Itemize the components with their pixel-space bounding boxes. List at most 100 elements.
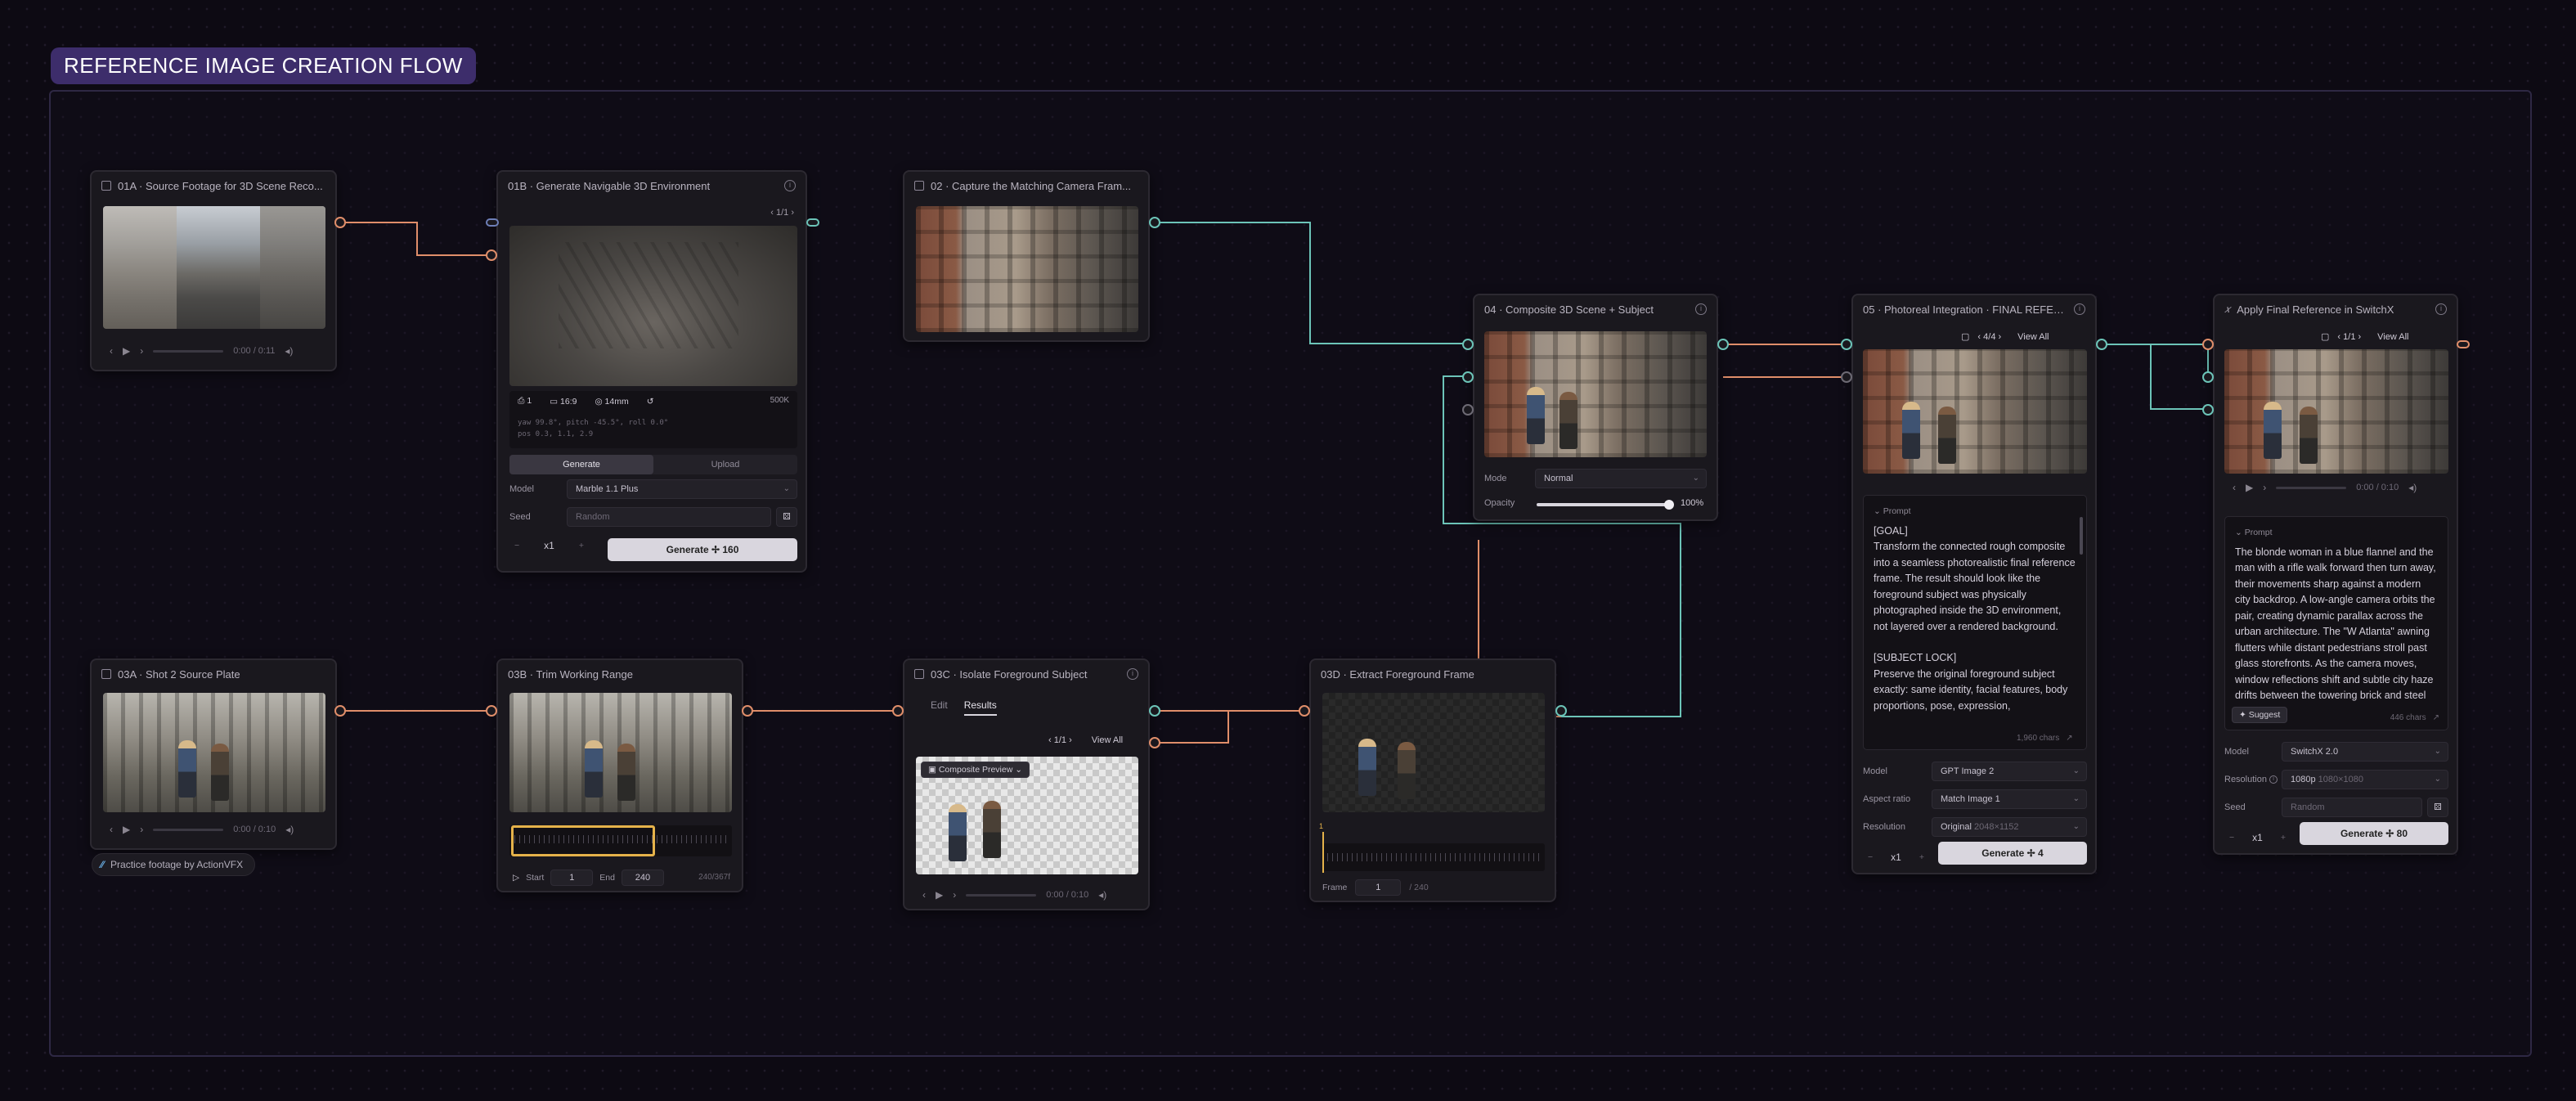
prompt-box[interactable]: ⌄ Prompt The blonde woman in a blue flan… <box>2224 516 2448 730</box>
trim-selection[interactable] <box>511 825 655 856</box>
next-icon[interactable]: › <box>2263 482 2266 493</box>
output-port[interactable] <box>806 218 819 227</box>
play-icon[interactable]: ▶ <box>123 345 130 357</box>
generate-upload-toggle[interactable]: Generate Upload <box>509 455 797 474</box>
end-input[interactable]: 240 <box>621 870 664 886</box>
node-06-switchx[interactable]: 𝑥 Apply Final Reference in SwitchX i ▢ ‹ 1… <box>2213 294 2458 855</box>
tab-edit[interactable]: Edit <box>931 699 948 716</box>
extracted-frame-preview[interactable] <box>1322 693 1545 812</box>
resolution-select[interactable]: 1080p 1080×1080 ⌄ <box>2282 770 2448 789</box>
minus-icon[interactable]: − <box>1868 852 1873 862</box>
output-port[interactable] <box>1149 217 1160 228</box>
volume-icon[interactable]: ◂) <box>285 824 294 835</box>
info-icon[interactable]: i <box>1695 303 1707 315</box>
lens-select[interactable]: ◎ 14mm <box>595 397 628 407</box>
generate-button[interactable]: Generate ✢ 4 <box>1938 842 2087 865</box>
frame-input[interactable]: 1 <box>1355 879 1402 896</box>
info-icon[interactable]: i <box>1127 668 1138 680</box>
matte-preview[interactable]: ▣ Composite Preview ⌄ <box>916 757 1138 874</box>
node-03c-isolate-subject[interactable]: 03C · Isolate Foreground Subject i Edit R… <box>903 658 1150 910</box>
input-port[interactable] <box>2202 371 2214 383</box>
model-select[interactable]: SwitchX 2.0 ⌄ <box>2282 742 2448 762</box>
output-port[interactable] <box>1149 737 1160 748</box>
node-05-photoreal[interactable]: 05 · Photoreal Integration · FINAL REFER… <box>1851 294 2097 874</box>
tab-upload[interactable]: Upload <box>653 455 797 474</box>
output-port[interactable] <box>2457 340 2470 348</box>
info-icon[interactable]: i <box>784 180 796 191</box>
minus-icon[interactable]: − <box>2229 833 2234 843</box>
view-all-link[interactable]: View All <box>2017 332 2049 342</box>
input-port[interactable] <box>1462 371 1474 383</box>
output-port[interactable] <box>742 705 753 717</box>
plus-icon[interactable]: + <box>2281 833 2286 843</box>
next-icon[interactable]: › <box>140 824 143 835</box>
input-port[interactable] <box>1841 339 1852 350</box>
frame-timeline[interactable] <box>1322 832 1545 873</box>
group-title[interactable]: REFERENCE IMAGE CREATION FLOW <box>51 47 476 84</box>
info-icon[interactable]: i <box>2435 303 2447 315</box>
input-port[interactable] <box>1462 404 1474 416</box>
start-input[interactable]: 1 <box>550 870 594 886</box>
input-port[interactable] <box>486 249 497 261</box>
scrollbar[interactable] <box>2080 517 2083 555</box>
node-01b-generate-3d[interactable]: 01B · Generate Navigable 3D Environment i… <box>496 170 807 573</box>
input-port[interactable] <box>1462 339 1474 350</box>
info-icon[interactable]: i <box>2269 775 2278 784</box>
generate-button[interactable]: Generate ✢ 80 <box>2300 822 2448 845</box>
scrub-bar[interactable] <box>153 828 224 831</box>
input-port[interactable] <box>486 705 497 717</box>
view-all-link[interactable]: View All <box>2377 332 2408 342</box>
pager[interactable]: ‹ 1/1 › <box>2337 332 2361 342</box>
model-select[interactable]: GPT Image 2 ⌄ <box>1932 762 2087 781</box>
scrub-bar[interactable] <box>153 349 224 353</box>
source-plate-preview[interactable] <box>103 693 325 812</box>
play-icon[interactable]: ▷ <box>513 873 519 883</box>
node-01a-source-footage[interactable]: 01A · Source Footage for 3D Scene Reco..… <box>90 170 337 371</box>
info-icon[interactable]: i <box>2074 303 2085 315</box>
captured-frame-preview[interactable] <box>916 206 1138 332</box>
dice-icon[interactable]: ⚄ <box>776 507 797 527</box>
compare-icon[interactable]: ▢ <box>1961 331 1969 342</box>
input-port[interactable] <box>1299 705 1310 717</box>
scrub-bar[interactable] <box>966 893 1037 897</box>
camera-count[interactable]: ⎙ 1 <box>518 396 532 407</box>
play-icon[interactable]: ▶ <box>123 824 130 835</box>
pager[interactable]: ‹ 4/4 › <box>1977 332 2001 342</box>
scrub-bar[interactable] <box>2276 486 2347 489</box>
final-reference-preview[interactable] <box>1863 349 2087 474</box>
output-port[interactable] <box>334 217 346 228</box>
model-select[interactable]: Marble 1.1 Plus ⌄ <box>567 479 797 499</box>
output-port[interactable] <box>2096 339 2107 350</box>
play-icon[interactable]: ▶ <box>2246 482 2253 493</box>
minus-icon[interactable]: − <box>514 541 519 550</box>
dice-icon[interactable]: ⚄ <box>2427 798 2448 817</box>
trim-preview[interactable] <box>509 693 732 812</box>
output-port[interactable] <box>334 705 346 717</box>
3d-environment-preview[interactable] <box>509 226 797 386</box>
blend-mode-select[interactable]: Normal ⌄ <box>1535 469 1707 488</box>
composite-preview[interactable] <box>1484 331 1707 457</box>
compare-icon[interactable]: ▢ <box>2321 331 2329 342</box>
input-port[interactable] <box>2202 339 2214 350</box>
seed-input[interactable]: Random <box>567 507 771 527</box>
expand-icon[interactable]: ↗ <box>2433 710 2439 726</box>
prev-icon[interactable]: ‹ <box>110 345 113 357</box>
play-icon[interactable]: ▶ <box>936 889 943 901</box>
resolution-select[interactable]: 500K <box>770 396 789 405</box>
prev-icon[interactable]: ‹ <box>2233 482 2236 493</box>
prev-icon[interactable]: ‹ <box>922 889 926 901</box>
expand-icon[interactable]: ↗ <box>2066 734 2072 743</box>
suggest-button[interactable]: ✦ Suggest <box>2232 707 2288 723</box>
plus-icon[interactable]: + <box>1919 852 1924 862</box>
tab-results[interactable]: Results <box>963 699 997 716</box>
output-port[interactable] <box>1717 339 1729 350</box>
generate-button[interactable]: Generate ✢ 160 <box>608 538 797 561</box>
input-port[interactable] <box>2202 404 2214 416</box>
opacity-slider[interactable] <box>1537 503 1671 506</box>
playhead[interactable] <box>1322 832 1324 873</box>
pager[interactable]: ‹ 1/1 › <box>770 208 794 218</box>
composite-preview-select[interactable]: ▣ Composite Preview ⌄ <box>921 762 1030 778</box>
node-03a-source-plate[interactable]: 03A · Shot 2 Source Plate ‹ ▶ › 0:00 / 0… <box>90 658 337 850</box>
opacity-slider-handle[interactable] <box>1664 500 1674 510</box>
aspect-select[interactable]: Match Image 1 ⌄ <box>1932 789 2087 809</box>
